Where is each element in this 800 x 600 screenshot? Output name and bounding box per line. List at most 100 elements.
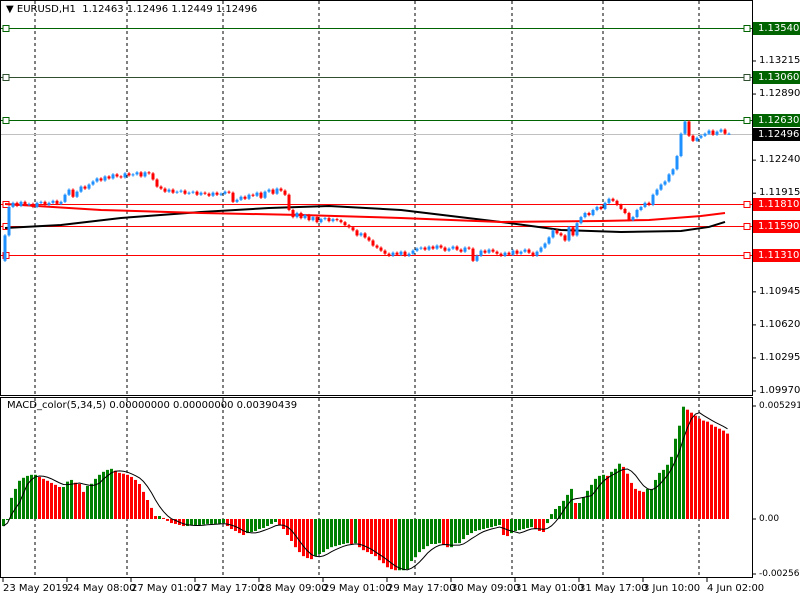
- candle: [463, 246, 467, 253]
- candle-body: [475, 255, 479, 261]
- candle: [423, 246, 427, 251]
- candle-body: [347, 225, 351, 228]
- time-axis-label: 4 Jun 02:00: [707, 583, 765, 594]
- macd-histogram-bar: [282, 519, 285, 530]
- chart-canvas[interactable]: [0, 0, 800, 600]
- candle-body: [627, 213, 631, 221]
- candle: [519, 250, 523, 255]
- candle-body: [711, 130, 715, 135]
- candle-body: [655, 189, 659, 195]
- macd-histogram-bar: [406, 519, 409, 570]
- candle: [575, 221, 579, 237]
- candle: [319, 217, 323, 224]
- candle: [231, 191, 235, 204]
- candle: [543, 242, 547, 249]
- candle-body: [19, 201, 23, 206]
- candle-body: [151, 173, 155, 180]
- candle-body: [591, 209, 595, 216]
- macd-histogram-bar: [226, 519, 229, 527]
- candle-body: [91, 181, 95, 185]
- candle: [15, 201, 19, 208]
- macd-histogram-bar: [54, 484, 57, 519]
- candle-body: [95, 178, 99, 182]
- candle-body: [287, 194, 291, 210]
- candle: [371, 239, 375, 247]
- candle: [111, 173, 115, 180]
- macd-histogram-bar: [338, 519, 341, 546]
- candle: [219, 192, 223, 196]
- candle-body: [215, 192, 219, 195]
- candle: [191, 190, 195, 194]
- macd-histogram-bar: [422, 519, 425, 550]
- macd-histogram-bar: [418, 519, 421, 553]
- macd-histogram-bar: [334, 519, 337, 547]
- macd-histogram-bar: [438, 519, 441, 544]
- candle: [339, 218, 343, 224]
- candle: [539, 246, 543, 253]
- macd-histogram-bar: [678, 425, 681, 519]
- macd-histogram-bar: [470, 519, 473, 534]
- candle: [567, 226, 571, 242]
- candle-body: [27, 203, 31, 205]
- candle-body: [535, 251, 539, 256]
- candle-body: [727, 133, 731, 135]
- macd-histogram-bar: [430, 519, 433, 544]
- candle: [427, 245, 431, 251]
- candle: [3, 234, 7, 263]
- candle-body: [179, 190, 183, 192]
- candle: [271, 188, 275, 195]
- candle: [715, 130, 719, 136]
- candle-body: [691, 135, 695, 141]
- candle: [207, 192, 211, 197]
- candle: [643, 201, 647, 209]
- level-handle-right: [743, 74, 751, 81]
- candle-body: [307, 215, 311, 221]
- candle-body: [459, 249, 463, 252]
- candle: [127, 172, 131, 177]
- candle-body: [219, 193, 223, 195]
- candle: [83, 185, 87, 190]
- candle: [523, 248, 527, 253]
- candle-body: [319, 219, 323, 223]
- macd-histogram-bar: [302, 519, 305, 557]
- candle-body: [375, 245, 379, 248]
- candle: [503, 251, 507, 257]
- candle-body: [231, 192, 235, 202]
- candle-body: [243, 196, 247, 199]
- candle-body: [623, 208, 627, 214]
- candle-body: [631, 217, 635, 221]
- candle-body: [379, 247, 383, 251]
- candle-body: [483, 250, 487, 253]
- macd-histogram-bar: [138, 483, 141, 519]
- macd-histogram-bar: [394, 519, 397, 571]
- macd-histogram-bar: [206, 519, 209, 524]
- candle: [675, 154, 679, 171]
- candle: [559, 232, 563, 237]
- triangle-down-icon[interactable]: ▼: [6, 4, 14, 15]
- candle: [391, 251, 395, 257]
- candle: [727, 132, 731, 135]
- candle-body: [67, 189, 71, 195]
- macd-histogram-bar: [266, 519, 269, 527]
- candle: [155, 178, 159, 188]
- macd-histogram-bar: [414, 519, 417, 558]
- candle-body: [515, 250, 519, 254]
- candle-body: [47, 202, 51, 205]
- macd-histogram-bar: [142, 491, 145, 519]
- macd-histogram-bar: [22, 477, 25, 519]
- price-axis-label: 1.10945: [759, 285, 800, 297]
- candle: [483, 249, 487, 254]
- macd-histogram-bar: [514, 519, 517, 531]
- candle: [671, 168, 675, 176]
- candle: [687, 120, 691, 137]
- candle-body: [619, 204, 623, 209]
- candle-body: [323, 218, 327, 220]
- macd-histogram-bar: [86, 485, 89, 519]
- candle-body: [519, 251, 523, 254]
- macd-histogram-bar: [234, 519, 237, 531]
- candle-body: [15, 202, 19, 206]
- candle-body: [115, 174, 119, 177]
- candle-body: [383, 250, 387, 254]
- macd-histogram-bar: [546, 519, 549, 524]
- time-axis-label: 29 May 17:00: [387, 583, 456, 594]
